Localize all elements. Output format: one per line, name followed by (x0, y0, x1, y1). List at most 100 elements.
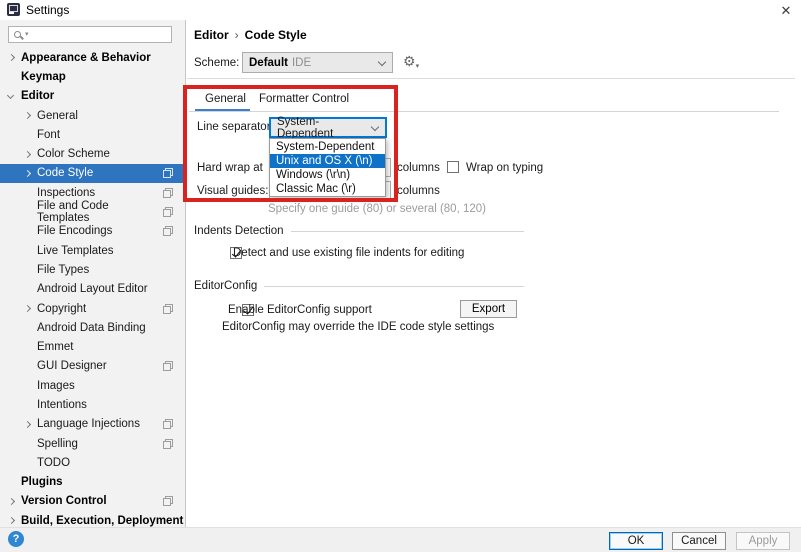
breadcrumb: Editor›Code Style (194, 28, 307, 42)
dropdown-option-system-dependent[interactable]: System-Dependent (270, 140, 385, 154)
chevron-slot (8, 499, 21, 504)
sidebar-item-intentions[interactable]: Intentions (0, 395, 185, 414)
dropdown-option-windows-r-n[interactable]: Windows (\r\n) (270, 168, 385, 182)
sidebar-item-label: Android Data Binding (37, 322, 146, 334)
sidebar-item-code-style[interactable]: Code Style (0, 164, 185, 183)
chevron-down-icon[interactable] (7, 92, 14, 99)
chevron-right-icon[interactable] (8, 498, 15, 505)
tab-formatter-control[interactable]: Formatter Control (259, 93, 349, 105)
chevron-slot (8, 93, 21, 100)
help-icon[interactable]: ? (8, 531, 24, 547)
chevron-slot (24, 171, 37, 176)
sidebar-item-android-data-binding[interactable]: Android Data Binding (0, 318, 185, 337)
sidebar-item-label: Copyright (37, 303, 86, 315)
detect-indents-label[interactable]: Detect and use existing file indents for… (233, 247, 464, 259)
visual-guides-columns-label: columns (397, 185, 440, 197)
sidebar-item-file-and-code-templates[interactable]: File and Code Templates (0, 202, 185, 221)
shared-scheme-icon (163, 226, 173, 236)
sidebar-item-label: Code Style (37, 167, 93, 179)
cancel-button[interactable]: Cancel (672, 532, 726, 550)
breadcrumb-editor[interactable]: Editor (194, 28, 229, 42)
sidebar-item-label: Inspections (37, 187, 95, 199)
sidebar-item-keymap[interactable]: Keymap (0, 67, 185, 86)
line-separator-label: Line separator: (197, 121, 274, 133)
dropdown-option-classic-mac-r[interactable]: Classic Mac (\r) (270, 182, 385, 196)
sidebar-item-general[interactable]: General (0, 106, 185, 125)
window-title: Settings (26, 3, 69, 17)
search-dropdown-caret-icon[interactable]: ▾ (25, 31, 29, 38)
enable-editorconfig-label[interactable]: Enable EditorConfig support (228, 304, 372, 316)
sidebar-item-label: Intentions (37, 399, 87, 411)
sidebar-item-label: Spelling (37, 438, 78, 450)
line-separator-value: System-Dependent (277, 116, 372, 140)
scheme-separator (187, 78, 795, 79)
sidebar-item-android-layout-editor[interactable]: Android Layout Editor (0, 280, 185, 299)
ok-button[interactable]: OK (609, 532, 663, 550)
sidebar-item-todo[interactable]: TODO (0, 453, 185, 472)
chevron-right-icon[interactable] (8, 517, 15, 524)
sidebar-item-gui-designer[interactable]: GUI Designer (0, 357, 185, 376)
breadcrumb-separator: › (229, 28, 245, 42)
sidebar-item-label: Editor (21, 90, 54, 102)
sidebar-item-file-types[interactable]: File Types (0, 260, 185, 279)
search-input[interactable]: ▾ (8, 26, 172, 43)
editorconfig-header: EditorConfig (194, 280, 257, 292)
line-separator-select[interactable]: System-Dependent (269, 117, 387, 138)
wrap-on-typing-checkbox[interactable] (447, 161, 459, 173)
close-icon[interactable]: ✕ (777, 2, 795, 19)
shared-scheme-icon (163, 439, 173, 449)
visual-guides-hint: Specify one guide (80) or several (80, 1… (268, 203, 486, 215)
gear-icon[interactable]: ⚙▾ (403, 53, 419, 75)
sidebar-item-emmet[interactable]: Emmet (0, 337, 185, 356)
chevron-right-icon[interactable] (24, 170, 31, 177)
apply-button[interactable]: Apply (736, 532, 790, 550)
shared-scheme-icon (163, 188, 173, 198)
sidebar-item-label: Android Layout Editor (37, 283, 148, 295)
sidebar-item-live-templates[interactable]: Live Templates (0, 241, 185, 260)
sidebar-item-color-scheme[interactable]: Color Scheme (0, 144, 185, 163)
chevron-right-icon[interactable] (24, 421, 31, 428)
app-logo-icon (7, 3, 20, 16)
chevron-slot (24, 113, 37, 118)
code-style-panel: Editor›Code Style Scheme: Default IDE ⚙▾… (187, 20, 801, 527)
chevron-right-icon[interactable] (24, 112, 31, 119)
chevron-slot (8, 55, 21, 60)
scheme-value-suffix: IDE (292, 57, 311, 69)
chevron-slot (24, 306, 37, 311)
sidebar-item-label: Version Control (21, 495, 107, 507)
section-rule (291, 231, 524, 232)
tab-general[interactable]: General (205, 93, 246, 105)
sidebar-item-label: Language Injections (37, 418, 140, 430)
sidebar-item-appearance-behavior[interactable]: Appearance & Behavior (0, 48, 185, 67)
tabs-separator (189, 111, 779, 112)
scheme-select[interactable]: Default IDE (242, 52, 393, 73)
hard-wrap-label: Hard wrap at (197, 162, 263, 174)
chevron-right-icon[interactable] (8, 54, 15, 61)
shared-scheme-icon (163, 304, 173, 314)
chevron-slot (8, 518, 21, 523)
shared-scheme-icon (163, 361, 173, 371)
sidebar-item-label: Font (37, 129, 60, 141)
export-button[interactable]: Export (460, 300, 517, 318)
sidebar-item-font[interactable]: Font (0, 125, 185, 144)
breadcrumb-code-style: Code Style (245, 28, 307, 42)
sidebar-item-copyright[interactable]: Copyright (0, 299, 185, 318)
dropdown-option-unix-and-os-x-n[interactable]: Unix and OS X (\n) (270, 154, 385, 168)
sidebar-item-images[interactable]: Images (0, 376, 185, 395)
sidebar-item-plugins[interactable]: Plugins (0, 473, 185, 492)
sidebar-item-editor[interactable]: Editor (0, 87, 185, 106)
chevron-down-icon (371, 122, 379, 130)
scheme-value: Default (249, 57, 288, 69)
sidebar-item-file-encodings[interactable]: File Encodings (0, 222, 185, 241)
chevron-right-icon[interactable] (24, 305, 31, 312)
wrap-on-typing-label[interactable]: Wrap on typing (466, 162, 543, 174)
sidebar-item-version-control[interactable]: Version Control (0, 492, 185, 511)
sidebar-item-label: General (37, 110, 78, 122)
sidebar-item-language-injections[interactable]: Language Injections (0, 415, 185, 434)
sidebar-item-spelling[interactable]: Spelling (0, 434, 185, 453)
sidebar-item-label: Appearance & Behavior (21, 52, 151, 64)
chevron-right-icon[interactable] (24, 151, 31, 158)
shared-scheme-icon (163, 168, 173, 178)
settings-window: Settings ✕ ▾ Appearance & Behavior Keymap… (0, 0, 801, 552)
section-rule (264, 286, 524, 287)
